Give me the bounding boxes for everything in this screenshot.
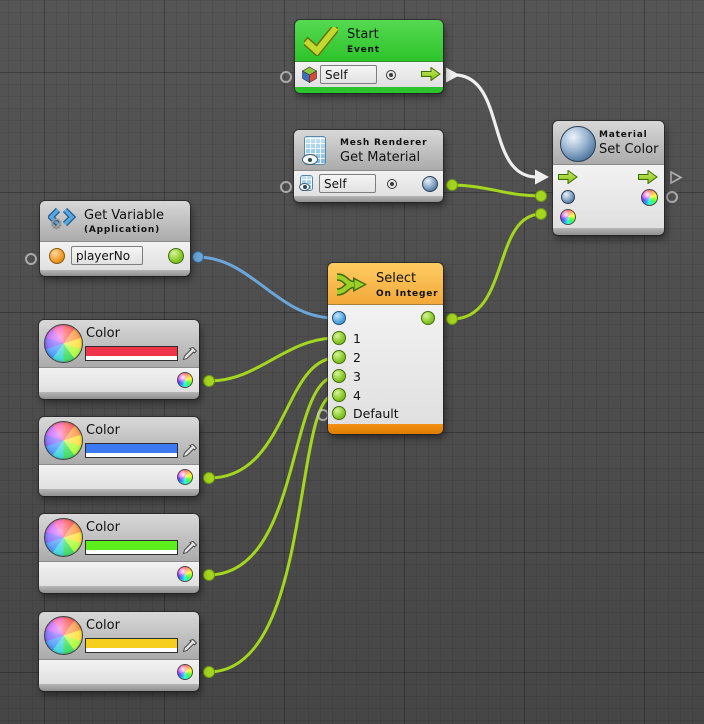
target-icon[interactable]: [386, 70, 396, 80]
wire-color3-to-select[interactable]: [204, 377, 334, 581]
option-3-port[interactable]: [332, 369, 346, 383]
mesh-renderer-icon: [304, 136, 326, 165]
start-unconnected-input-stub[interactable]: [280, 71, 292, 83]
color-swatch[interactable]: [85, 540, 178, 555]
node-footer: [294, 196, 443, 202]
setcolor-out-stub-circle[interactable]: [666, 191, 678, 203]
select-out-port[interactable]: [421, 311, 435, 325]
wire-start-to-setcolor[interactable]: [446, 68, 549, 185]
wire-getvariable-to-select[interactable]: [193, 252, 333, 319]
node-title: Start: [347, 27, 379, 42]
color-wheel-icon: [44, 421, 83, 460]
node-footer: [39, 489, 199, 496]
node-title: Color: [86, 423, 120, 438]
node-footer: [328, 424, 443, 434]
node-title: Color: [86, 618, 120, 633]
material-out-port[interactable]: [641, 189, 658, 206]
material-sphere-icon: [560, 126, 596, 162]
flow-in-port[interactable]: [558, 170, 578, 184]
variable-name-field[interactable]: playerNo: [71, 246, 143, 265]
material-in-port[interactable]: [561, 190, 575, 204]
getvariable-unconnected-input-stub[interactable]: [25, 253, 37, 265]
color-swatch[interactable]: [85, 346, 178, 361]
getmaterial-self-field[interactable]: Self: [319, 174, 376, 193]
color-out-port[interactable]: [177, 664, 193, 680]
setcolor-flow-out-stub-triangle[interactable]: [668, 170, 684, 186]
checkmark-icon: [304, 27, 338, 56]
node-color-1[interactable]: Color: [39, 320, 199, 399]
selector-in-port[interactable]: [332, 311, 346, 325]
option-label: 2: [353, 350, 361, 365]
color-wheel-icon: [44, 616, 83, 655]
variable-value-out-port[interactable]: [168, 248, 184, 264]
node-start-event[interactable]: Start Event Self: [295, 20, 443, 93]
eyedropper-icon[interactable]: [182, 540, 198, 556]
node-title: Get Material: [340, 150, 420, 165]
option-default-port[interactable]: [332, 406, 346, 420]
node-title: Color: [86, 326, 120, 341]
node-color-4[interactable]: Color: [39, 612, 199, 691]
wire-select-to-setcolor[interactable]: [447, 209, 547, 325]
node-subtitle: Mesh Renderer: [340, 138, 427, 148]
wire-color1-to-select[interactable]: [204, 338, 334, 387]
eyedropper-icon[interactable]: [182, 346, 198, 362]
gameobject-cube-icon: [301, 66, 318, 83]
node-footer: [553, 228, 664, 235]
color-out-port[interactable]: [177, 372, 193, 388]
color-out-port[interactable]: [177, 566, 193, 582]
option-label: Default: [353, 406, 399, 421]
option-label: 1: [353, 331, 361, 346]
flow-out-port[interactable]: [638, 170, 658, 184]
select-merge-arrow-icon: [335, 273, 371, 296]
mesh-renderer-small-icon: [300, 175, 313, 191]
node-title: Color: [86, 520, 120, 535]
option-label: 3: [353, 369, 361, 384]
flow-out-port[interactable]: [421, 67, 441, 81]
node-footer: [39, 392, 199, 399]
eyedropper-icon[interactable]: [182, 638, 198, 654]
color-swatch[interactable]: [85, 638, 178, 653]
gear-icon: ⚙: [50, 216, 63, 232]
node-footer: [39, 684, 199, 691]
node-set-color[interactable]: Material Set Color: [553, 121, 664, 235]
option-label: 4: [353, 388, 361, 403]
node-get-variable[interactable]: ⚙ Get Variable (Application) playerNo: [40, 201, 190, 276]
node-subtitle: Material: [599, 130, 648, 140]
option-4-port[interactable]: [332, 388, 346, 402]
start-self-field[interactable]: Self: [320, 65, 377, 84]
target-icon[interactable]: [387, 179, 397, 189]
variable-name-in-port[interactable]: [49, 248, 65, 264]
color-wheel-icon: [44, 518, 83, 557]
getmaterial-unconnected-input-stub[interactable]: [280, 181, 292, 193]
material-out-port[interactable]: [422, 176, 438, 192]
node-footer: [40, 270, 190, 276]
wire-getmaterial-to-setcolor[interactable]: [447, 180, 547, 202]
eyedropper-icon[interactable]: [182, 443, 198, 459]
node-subtitle: On Integer: [376, 289, 438, 299]
color-wheel-icon: [44, 324, 83, 363]
color-in-port[interactable]: [560, 209, 576, 225]
node-title: Get Variable: [84, 208, 164, 223]
node-select-on-integer[interactable]: Select On Integer 1 2 3 4 Default: [328, 263, 443, 434]
node-get-material[interactable]: Mesh Renderer Get Material Self: [294, 130, 443, 202]
option-2-port[interactable]: [332, 350, 346, 364]
node-color-3[interactable]: Color: [39, 514, 199, 593]
node-title: Select: [376, 271, 416, 286]
node-color-2[interactable]: Color: [39, 417, 199, 496]
node-subtitle: (Application): [84, 225, 160, 235]
color-swatch[interactable]: [85, 443, 178, 458]
color-out-port[interactable]: [177, 469, 193, 485]
node-footer: [39, 586, 199, 593]
wire-color2-to-select[interactable]: [204, 358, 334, 484]
graph-canvas[interactable]: Start Event Self Mesh Renderer Get Mater…: [0, 0, 704, 724]
wire-color4-to-select[interactable]: [204, 395, 334, 678]
option-1-port[interactable]: [332, 331, 346, 345]
node-footer: [295, 87, 443, 93]
node-title: Set Color: [599, 142, 658, 157]
node-subtitle: Event: [347, 45, 380, 55]
